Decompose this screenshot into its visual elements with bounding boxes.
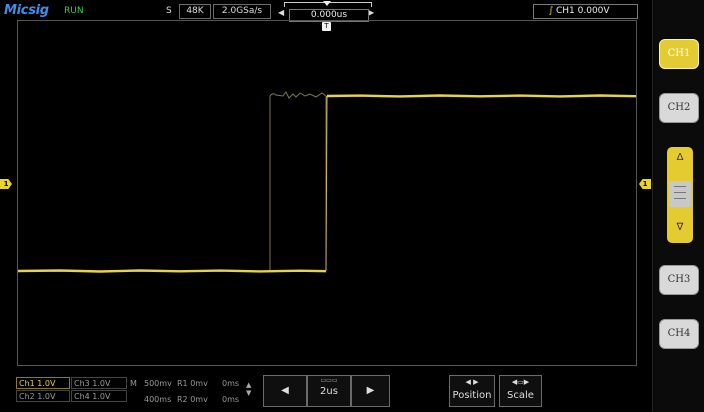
ref2-scale[interactable]: R2 0mv [177, 395, 208, 404]
ch1-scale[interactable]: Ch1 1.0V [16, 377, 70, 389]
ch3-scale[interactable]: Ch3 1.0V [71, 377, 127, 389]
ref2-time[interactable]: 0ms [222, 395, 239, 404]
scale-label: Scale [507, 390, 534, 401]
timebase-left-button[interactable]: ◀ [263, 375, 307, 407]
position-arrows-icon: ◀ ▶ [465, 378, 479, 386]
scale-button[interactable]: ◀▭▶ Scale [499, 375, 542, 407]
waveform-low-segment [17, 269, 327, 273]
scroll-updown-icon[interactable]: ▲ ▼ [246, 381, 251, 397]
position-button[interactable]: ◀ ▶ Position [449, 375, 495, 407]
timebase-value: 2us [320, 386, 338, 397]
waveform-high-segment [326, 94, 637, 98]
ch1-waveform [17, 91, 637, 273]
position-label: Position [452, 390, 492, 401]
timebase-right-button[interactable]: ▶ [351, 375, 390, 407]
timebase-display[interactable]: ▭▭▭ 2us [307, 375, 351, 407]
ref1-scale[interactable]: R1 0mv [177, 379, 208, 388]
ch4-button[interactable]: CH4 [659, 319, 699, 349]
scale-down-icon[interactable]: ∇ [667, 222, 693, 233]
ref1-time[interactable]: 0ms [222, 379, 239, 388]
math-label: M [130, 379, 137, 388]
ch4-scale[interactable]: Ch4 1.0V [71, 390, 127, 402]
ch2-button[interactable]: CH2 [659, 93, 699, 123]
ch1-button[interactable]: CH1 [659, 39, 699, 69]
math-scale[interactable]: 500mv [144, 379, 172, 388]
math-time[interactable]: 400ms [144, 395, 171, 404]
knob-grip-icon[interactable] [669, 181, 691, 207]
ch3-button[interactable]: CH3 [659, 265, 699, 295]
ch2-scale[interactable]: Ch2 1.0V [16, 390, 70, 402]
scale-arrows-icon: ◀▭▶ [511, 378, 530, 386]
scale-up-icon[interactable]: Δ [667, 152, 693, 163]
timebase-ruler-icon: ▭▭▭ [320, 377, 338, 384]
waveform-ghost [269, 91, 327, 270]
